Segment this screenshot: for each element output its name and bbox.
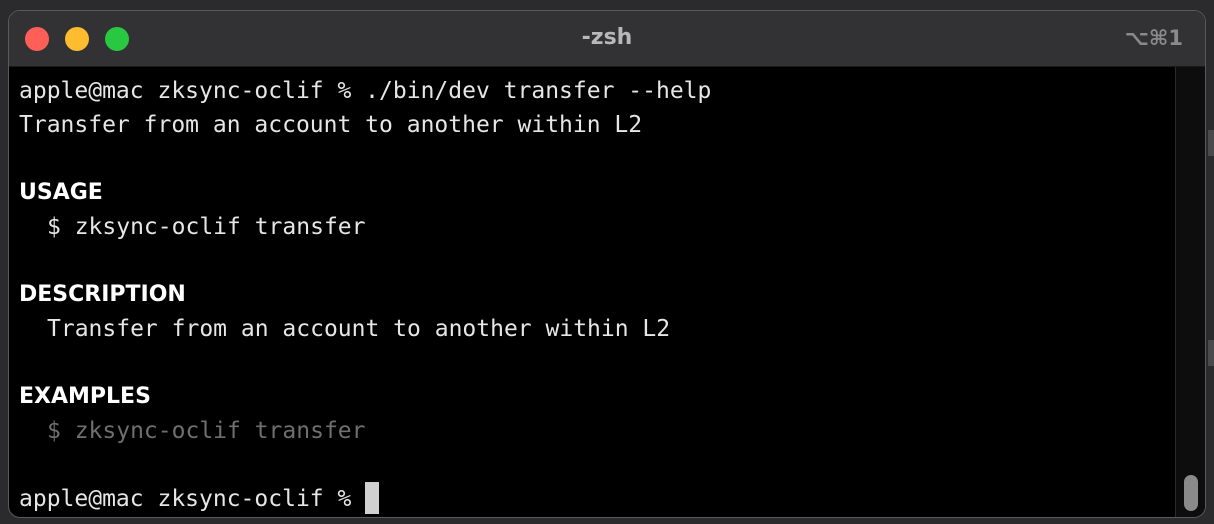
description-heading: DESCRIPTION bbox=[19, 282, 186, 307]
scrollbar-thumb[interactable] bbox=[1184, 475, 1198, 511]
prompt-line[interactable]: apple@mac zksync-oclif % bbox=[19, 482, 1173, 516]
window-shortcut: ⌥⌘1 bbox=[1124, 26, 1183, 50]
terminal-output[interactable]: apple@mac zksync-oclif % ./bin/dev trans… bbox=[9, 67, 1173, 517]
examples-line: $ zksync-oclif transfer bbox=[47, 418, 366, 444]
command-line: apple@mac zksync-oclif % ./bin/dev trans… bbox=[19, 78, 712, 104]
description-line: Transfer from an account to another with… bbox=[47, 316, 671, 342]
text-cursor bbox=[365, 482, 380, 514]
scrollbar[interactable] bbox=[1175, 67, 1205, 517]
terminal-window: -zsh ⌥⌘1 apple@mac zksync-oclif % ./bin/… bbox=[8, 10, 1206, 518]
usage-heading: USAGE bbox=[19, 180, 103, 205]
examples-heading: EXAMPLES bbox=[19, 384, 151, 409]
prompt-text: apple@mac zksync-oclif % bbox=[19, 486, 352, 512]
window-title: -zsh bbox=[581, 25, 633, 50]
background-window-edge bbox=[1208, 130, 1214, 156]
background-window-edge bbox=[1208, 340, 1214, 366]
title-bar[interactable]: -zsh ⌥⌘1 bbox=[9, 11, 1205, 67]
usage-line: $ zksync-oclif transfer bbox=[47, 214, 366, 240]
summary-line: Transfer from an account to another with… bbox=[19, 112, 643, 138]
